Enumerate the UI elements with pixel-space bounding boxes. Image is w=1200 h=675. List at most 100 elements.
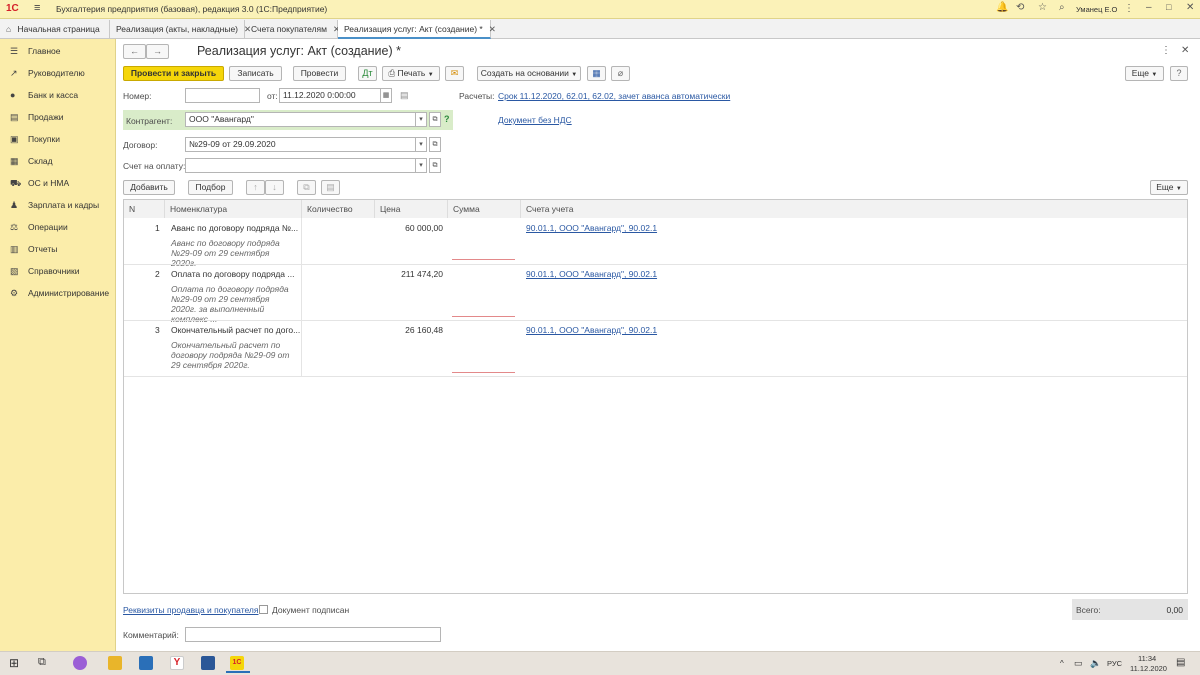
clock-time[interactable]: 11:34 (1138, 654, 1156, 663)
close-tab-icon[interactable]: ✕ (489, 24, 496, 34)
notifications-icon[interactable]: 🔔 (996, 2, 1008, 13)
requisites-link[interactable]: Реквизиты продавца и покупателя (123, 605, 259, 615)
calendar-icon[interactable]: ▦ (380, 88, 392, 103)
minimize-icon[interactable]: – (1146, 2, 1152, 13)
add-row-button[interactable]: Добавить (123, 180, 175, 195)
settlements-link[interactable]: Срок 11.12.2020, 62.01, 62.02, зачет ава… (498, 91, 730, 101)
row-accounts-link[interactable]: 90.01.1, ООО "Авангард", 90.02.1 (526, 325, 657, 335)
structure-icon[interactable]: ▦ (587, 66, 606, 81)
column-header-n[interactable]: N (124, 200, 165, 218)
language-indicator[interactable]: РУС (1107, 659, 1122, 668)
favorites-icon[interactable]: ☆ (1038, 2, 1047, 13)
invoice-field[interactable] (185, 158, 416, 173)
save-button[interactable]: Записать (229, 66, 282, 81)
file-explorer-icon[interactable] (108, 656, 122, 670)
tray-chevron-icon[interactable]: ^ (1060, 659, 1064, 668)
user-name[interactable]: Уманец Е.О (1076, 5, 1117, 14)
back-button[interactable]: ← (123, 44, 146, 59)
tab-act-creation[interactable]: Реализация услуг: Акт (создание) * ✕ (338, 20, 496, 39)
post-and-close-button[interactable]: Провести и закрыть (123, 66, 224, 81)
comment-field[interactable] (185, 627, 441, 642)
sidebar-item-assets[interactable]: ⛟ ОС и НМА (0, 173, 116, 193)
column-header-accounts[interactable]: Счета учета (521, 200, 1187, 218)
cortana-icon[interactable] (73, 656, 87, 670)
numbering-icon[interactable]: ▤ (400, 90, 409, 101)
task-view-icon[interactable]: ⧉ (38, 656, 46, 669)
help-icon[interactable]: ? (1170, 66, 1188, 81)
sidebar-item-bank[interactable]: ● Банк и касса (0, 85, 116, 105)
contract-field[interactable]: №29-09 от 29.09.2020 (185, 137, 416, 152)
close-form-icon[interactable]: ✕ (1181, 45, 1189, 56)
create-based-on-button[interactable]: Создать на основании ▼ (477, 66, 581, 81)
column-header-price[interactable]: Цена (375, 200, 448, 218)
sidebar-item-main[interactable]: ☰ Главное (0, 41, 116, 61)
sidebar-item-references[interactable]: ▧ Справочники (0, 261, 116, 281)
close-icon[interactable]: ✕ (1186, 2, 1194, 13)
tab-invoices[interactable]: Счета покупателям ✕ (245, 20, 340, 39)
sidebar-item-admin[interactable]: ⚙ Администрирование (0, 283, 116, 303)
row-item[interactable]: Аванс по договору подряда №... (171, 223, 298, 233)
sidebar-item-salary[interactable]: ♟ Зарплата и кадры (0, 195, 116, 215)
more-button[interactable]: Еще ▼ (1125, 66, 1164, 81)
search-icon[interactable]: ⌕ (1059, 2, 1065, 13)
attachment-icon[interactable]: ⌀ (611, 66, 630, 81)
move-up-icon[interactable]: ↑ (246, 180, 265, 195)
volume-icon[interactable]: 🔈 (1090, 658, 1101, 669)
email-icon[interactable]: ✉ (445, 66, 464, 81)
sidebar-item-warehouse[interactable]: ▦ Склад (0, 151, 116, 171)
pick-button[interactable]: Подбор (188, 180, 233, 195)
history-icon[interactable]: ⟲ (1016, 2, 1024, 13)
counterparty-help-icon[interactable]: ? (444, 114, 450, 124)
table-row[interactable]: 3 Окончательный расчет по дого... Оконча… (124, 320, 1187, 376)
notification-center-icon[interactable]: ▤ (1176, 657, 1185, 668)
windows-start-icon[interactable]: ⊞ (9, 656, 19, 670)
row-accounts-link[interactable]: 90.01.1, ООО "Авангард", 90.02.1 (526, 269, 657, 279)
1c-app-icon[interactable]: 1С (230, 656, 244, 670)
row-price[interactable]: 211 474,20 (375, 269, 443, 279)
counterparty-field[interactable]: ООО "Авангард" (185, 112, 416, 127)
mail-icon[interactable] (139, 656, 153, 670)
column-header-item[interactable]: Номенклатура (165, 200, 302, 218)
table-row[interactable]: 2 Оплата по договору подряда ... Оплата … (124, 264, 1187, 324)
more-actions-icon[interactable]: ⋮ (1161, 45, 1171, 56)
open-icon[interactable]: ⧉ (429, 112, 441, 127)
open-icon[interactable]: ⧉ (429, 137, 441, 152)
paste-icon[interactable]: ▤ (321, 180, 340, 195)
maximize-icon[interactable]: □ (1166, 2, 1171, 12)
row-content[interactable]: Окончательный расчет по договору подряда… (171, 340, 296, 370)
tab-sales-list[interactable]: Реализация (акты, накладные) ✕ (110, 20, 251, 39)
number-field[interactable] (185, 88, 260, 103)
tab-home[interactable]: ⌂ Начальная страница (0, 20, 110, 39)
row-content[interactable]: Оплата по договору подряда №29-09 от 29 … (171, 284, 296, 324)
row-accounts-link[interactable]: 90.01.1, ООО "Авангард", 90.02.1 (526, 223, 657, 233)
table-row[interactable]: 1 Аванс по договору подряда №... Аванс п… (124, 218, 1187, 268)
vat-link[interactable]: Документ без НДС (498, 115, 572, 125)
dropdown-icon[interactable]: ▾ (415, 137, 427, 152)
network-icon[interactable]: ▭ (1074, 658, 1083, 669)
dropdown-icon[interactable]: ▾ (415, 112, 427, 127)
sidebar-item-reports[interactable]: ▥ Отчеты (0, 239, 116, 259)
hamburger-menu-icon[interactable]: ≡ (34, 2, 40, 14)
sidebar-item-manager[interactable]: ↗ Руководителю (0, 63, 116, 83)
column-header-sum[interactable]: Сумма (448, 200, 521, 218)
more-icon[interactable]: ⋮ (1124, 3, 1134, 14)
dropdown-icon[interactable]: ▾ (415, 158, 427, 173)
yandex-browser-icon[interactable]: Y (170, 656, 184, 670)
table-more-button[interactable]: Еще ▼ (1150, 180, 1188, 195)
row-item[interactable]: Оплата по договору подряда ... (171, 269, 294, 279)
journal-entries-icon[interactable]: Дт (358, 66, 377, 81)
post-button[interactable]: Провести (293, 66, 346, 81)
forward-button[interactable]: → (146, 44, 169, 59)
date-field[interactable]: 11.12.2020 0:00:00 (279, 88, 381, 103)
copy-icon[interactable]: ⧉ (297, 180, 316, 195)
signed-checkbox[interactable] (259, 605, 268, 614)
word-icon[interactable] (201, 656, 215, 670)
row-price[interactable]: 26 160,48 (375, 325, 443, 335)
sidebar-item-operations[interactable]: ⚖ Операции (0, 217, 116, 237)
move-down-icon[interactable]: ↓ (265, 180, 284, 195)
print-button[interactable]: ⎙ Печать ▼ (382, 66, 440, 81)
row-price[interactable]: 60 000,00 (375, 223, 443, 233)
clock-date[interactable]: 11.12.2020 (1130, 664, 1167, 673)
open-icon[interactable]: ⧉ (429, 158, 441, 173)
row-item[interactable]: Окончательный расчет по дого... (171, 325, 300, 335)
